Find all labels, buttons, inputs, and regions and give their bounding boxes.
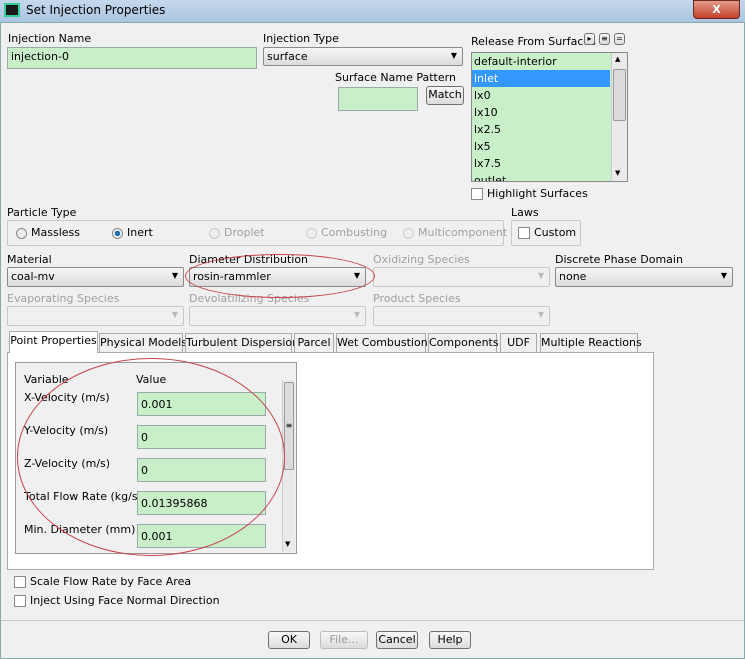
help-button[interactable]: Help xyxy=(429,631,471,649)
material-value: coal-mv xyxy=(11,270,55,283)
particle-type-label: Particle Type xyxy=(7,206,77,219)
divider xyxy=(1,620,744,621)
radio-icon xyxy=(306,227,317,239)
window-title: Set Injection Properties xyxy=(26,3,166,17)
material-label: Material xyxy=(7,253,52,266)
radio-icon xyxy=(403,227,414,239)
deselect-all-icon[interactable]: = xyxy=(614,33,625,45)
tab-components[interactable]: Components xyxy=(428,333,499,352)
oxidizing-species-select: ▼ xyxy=(373,267,550,287)
radio-icon xyxy=(16,227,27,239)
cancel-button[interactable]: Cancel xyxy=(376,631,418,649)
close-button[interactable]: X xyxy=(693,0,740,19)
injection-type-label: Injection Type xyxy=(263,32,339,45)
injection-name-label: Injection Name xyxy=(8,32,92,45)
evaporating-species-select: ▼ xyxy=(7,306,184,326)
checkbox-icon xyxy=(14,595,26,607)
scale-flow-rate-checkbox[interactable]: Scale Flow Rate by Face Area xyxy=(14,575,191,588)
injection-name-input[interactable]: injection-0 xyxy=(7,47,257,69)
list-icon[interactable]: ≡ xyxy=(599,33,610,45)
select-all-icon[interactable]: ▸ xyxy=(584,33,595,45)
scroll-up-icon[interactable]: ▲ xyxy=(615,55,620,63)
injection-type-select[interactable]: surface ▼ xyxy=(263,47,463,66)
custom-laws-checkbox[interactable]: Custom xyxy=(518,226,576,239)
list-item[interactable]: default-interior xyxy=(472,53,610,70)
list-item[interactable]: lx0 xyxy=(472,87,610,104)
radio-droplet: Droplet xyxy=(209,226,265,239)
list-item[interactable]: lx5 xyxy=(472,138,610,155)
annotation-ellipse xyxy=(185,254,375,298)
radio-multicomponent: Multicomponent xyxy=(403,226,507,239)
oxidizing-species-label: Oxidizing Species xyxy=(373,253,470,266)
checkbox-icon xyxy=(14,576,26,588)
release-from-surfaces-label: Release From Surfaces xyxy=(471,35,596,48)
ok-button[interactable]: OK xyxy=(268,631,310,649)
chevron-down-icon: ▼ xyxy=(450,51,457,60)
tab-wet-combustion[interactable]: Wet Combustion xyxy=(336,333,428,352)
tab-point-properties[interactable]: Point Properties xyxy=(9,331,98,353)
list-item[interactable]: outlet xyxy=(472,172,610,181)
radio-massless[interactable]: Massless xyxy=(16,226,80,239)
chevron-down-icon: ▼ xyxy=(720,271,727,280)
scroll-thumb[interactable] xyxy=(613,69,626,121)
product-species-label: Product Species xyxy=(373,292,461,305)
chevron-down-icon: ▼ xyxy=(353,310,360,319)
custom-label: Custom xyxy=(534,226,577,239)
chevron-down-icon: ▼ xyxy=(537,271,544,280)
discrete-phase-domain-label: Discrete Phase Domain xyxy=(555,253,683,266)
radio-label: Combusting xyxy=(321,226,388,239)
discrete-phase-domain-select[interactable]: none ▼ xyxy=(555,267,733,287)
tab-parcel[interactable]: Parcel xyxy=(294,333,334,352)
list-item[interactable]: lx2.5 xyxy=(472,121,610,138)
inject-face-normal-label: Inject Using Face Normal Direction xyxy=(30,594,220,607)
inject-face-normal-checkbox[interactable]: Inject Using Face Normal Direction xyxy=(14,594,220,607)
radio-selected-icon xyxy=(112,227,123,239)
tab-multiple-reactions[interactable]: Multiple Reactions xyxy=(540,333,642,352)
radio-label: Droplet xyxy=(224,226,265,239)
highlight-surfaces-label: Highlight Surfaces xyxy=(487,187,588,200)
radio-label: Inert xyxy=(127,226,153,239)
chevron-down-icon: ▼ xyxy=(171,271,178,280)
match-button[interactable]: Match xyxy=(426,86,464,105)
surfaces-list[interactable]: default-interior inlet lx0 lx10 lx2.5 lx… xyxy=(471,52,628,182)
checkbox-icon xyxy=(471,188,483,200)
radio-icon xyxy=(209,227,220,239)
scroll-down-icon[interactable]: ▼ xyxy=(285,540,290,548)
scale-flow-rate-label: Scale Flow Rate by Face Area xyxy=(30,575,192,588)
surface-name-pattern-label: Surface Name Pattern xyxy=(335,71,456,84)
devolatilizing-species-select: ▼ xyxy=(189,306,366,326)
injection-type-value: surface xyxy=(267,50,308,63)
surface-name-pattern-input[interactable] xyxy=(338,87,418,111)
list-item[interactable]: lx10 xyxy=(472,104,610,121)
highlight-surfaces-checkbox[interactable]: Highlight Surfaces xyxy=(471,187,588,200)
scroll-thumb[interactable]: ≡ xyxy=(284,382,294,470)
tab-udf[interactable]: UDF xyxy=(500,333,537,352)
list-item[interactable]: inlet xyxy=(472,70,610,87)
title-bar[interactable]: Set Injection Properties xyxy=(0,0,745,22)
radio-label: Massless xyxy=(31,226,80,239)
annotation-ellipse xyxy=(17,358,285,556)
laws-label: Laws xyxy=(511,206,539,219)
scroll-down-icon[interactable]: ▼ xyxy=(615,169,620,177)
radio-inert[interactable]: Inert xyxy=(112,226,153,239)
list-item[interactable]: lx7.5 xyxy=(472,155,610,172)
material-select[interactable]: coal-mv ▼ xyxy=(7,267,184,287)
radio-label: Multicomponent xyxy=(418,226,508,239)
evaporating-species-label: Evaporating Species xyxy=(7,292,120,305)
checkbox-icon xyxy=(518,227,530,239)
product-species-select: ▼ xyxy=(373,306,550,326)
file-button: File... xyxy=(320,631,368,649)
chevron-down-icon: ▼ xyxy=(171,310,178,319)
tab-physical-models[interactable]: Physical Models xyxy=(99,333,187,352)
app-icon xyxy=(4,3,20,17)
radio-combusting: Combusting xyxy=(306,226,387,239)
chevron-down-icon: ▼ xyxy=(537,310,544,319)
tab-turbulent-dispersion[interactable]: Turbulent Dispersion xyxy=(185,333,299,352)
list-scrollbar[interactable]: ▲ ▼ xyxy=(611,53,627,181)
discrete-phase-domain-value: none xyxy=(559,270,587,283)
